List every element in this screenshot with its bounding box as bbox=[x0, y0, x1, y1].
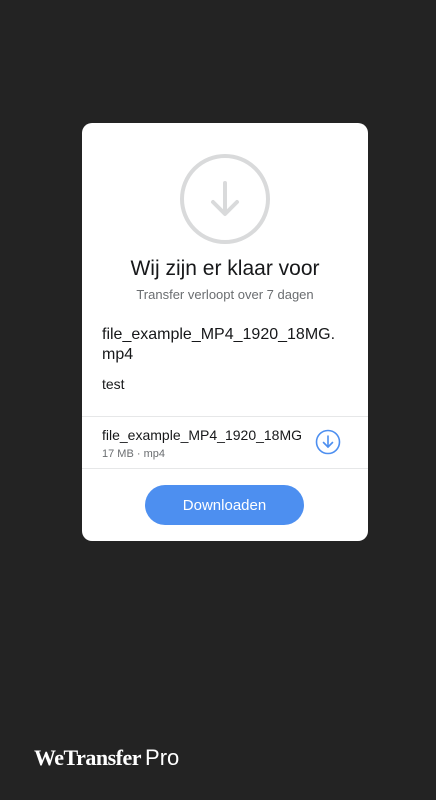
download-arrow-icon bbox=[180, 154, 270, 244]
transfer-card: Wij zijn er klaar voor Transfer verloopt… bbox=[82, 123, 368, 541]
transfer-message: test bbox=[102, 376, 125, 392]
download-button[interactable]: Downloaden bbox=[145, 485, 304, 525]
expiry-text: Transfer verloopt over 7 dagen bbox=[136, 287, 314, 302]
page-title: Wij zijn er klaar voor bbox=[130, 257, 320, 280]
screen: { "card": { "title": "Wij zijn er klaar … bbox=[0, 0, 436, 800]
file-name: file_example_MP4_1920_18MG bbox=[102, 427, 303, 443]
brand-logo: WeTransfer Pro bbox=[34, 745, 179, 771]
file-meta: 17 MB · mp4 bbox=[102, 448, 165, 460]
transfer-name: file_example_MP4_1920_18MG.mp4 bbox=[102, 326, 336, 363]
divider bbox=[82, 468, 368, 469]
brand-name: WeTransfer bbox=[34, 745, 142, 770]
download-circle-icon[interactable] bbox=[315, 429, 341, 455]
file-list-item[interactable]: file_example_MP4_1920_18MG 17 MB · mp4 bbox=[82, 417, 368, 468]
brand-tier: Pro bbox=[145, 745, 180, 770]
